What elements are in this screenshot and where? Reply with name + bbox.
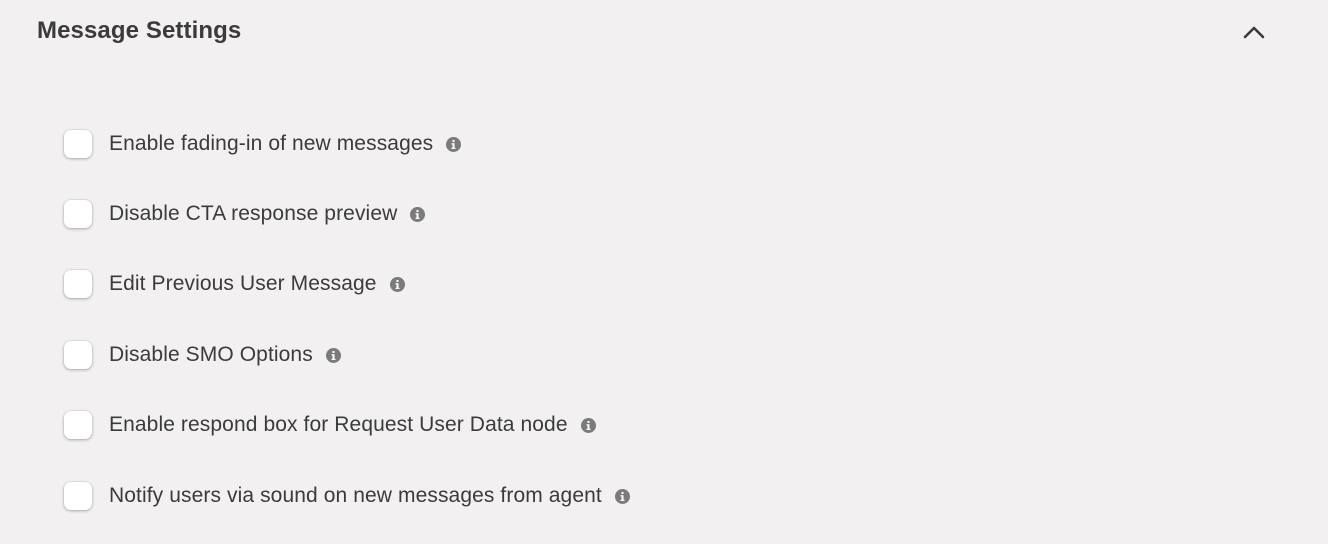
chevron-up-icon xyxy=(1243,26,1265,39)
info-icon[interactable] xyxy=(446,136,462,152)
respond-box-checkbox[interactable] xyxy=(64,411,92,439)
setting-row-fading-in: Enable fading-in of new messages xyxy=(64,128,462,160)
collapse-toggle-button[interactable] xyxy=(1238,16,1270,48)
info-icon[interactable] xyxy=(410,206,426,222)
info-icon[interactable] xyxy=(389,276,405,292)
setting-label: Edit Previous User Message xyxy=(109,272,377,295)
setting-row-respond-box: Enable respond box for Request User Data… xyxy=(64,409,596,441)
info-icon[interactable] xyxy=(580,417,596,433)
setting-row-cta-preview: Disable CTA response preview xyxy=(64,198,426,230)
section-title: Message Settings xyxy=(37,17,242,44)
message-settings-header[interactable]: Message Settings xyxy=(0,0,1328,64)
setting-label: Disable SMO Options xyxy=(109,343,313,366)
setting-label: Disable CTA response preview xyxy=(109,202,398,225)
fading-in-checkbox[interactable] xyxy=(64,130,92,158)
setting-label: Notify users via sound on new messages f… xyxy=(109,484,602,507)
setting-label: Enable fading-in of new messages xyxy=(109,132,434,155)
setting-row-edit-previous: Edit Previous User Message xyxy=(64,268,405,300)
info-icon[interactable] xyxy=(614,488,630,504)
setting-row-notify-sound: Notify users via sound on new messages f… xyxy=(64,480,630,512)
notify-sound-checkbox[interactable] xyxy=(64,482,92,510)
smo-options-checkbox[interactable] xyxy=(64,341,92,369)
setting-row-smo-options: Disable SMO Options xyxy=(64,339,341,371)
cta-preview-checkbox[interactable] xyxy=(64,200,92,228)
info-icon[interactable] xyxy=(325,347,341,363)
setting-label: Enable respond box for Request User Data… xyxy=(109,413,568,436)
edit-previous-checkbox[interactable] xyxy=(64,270,92,298)
